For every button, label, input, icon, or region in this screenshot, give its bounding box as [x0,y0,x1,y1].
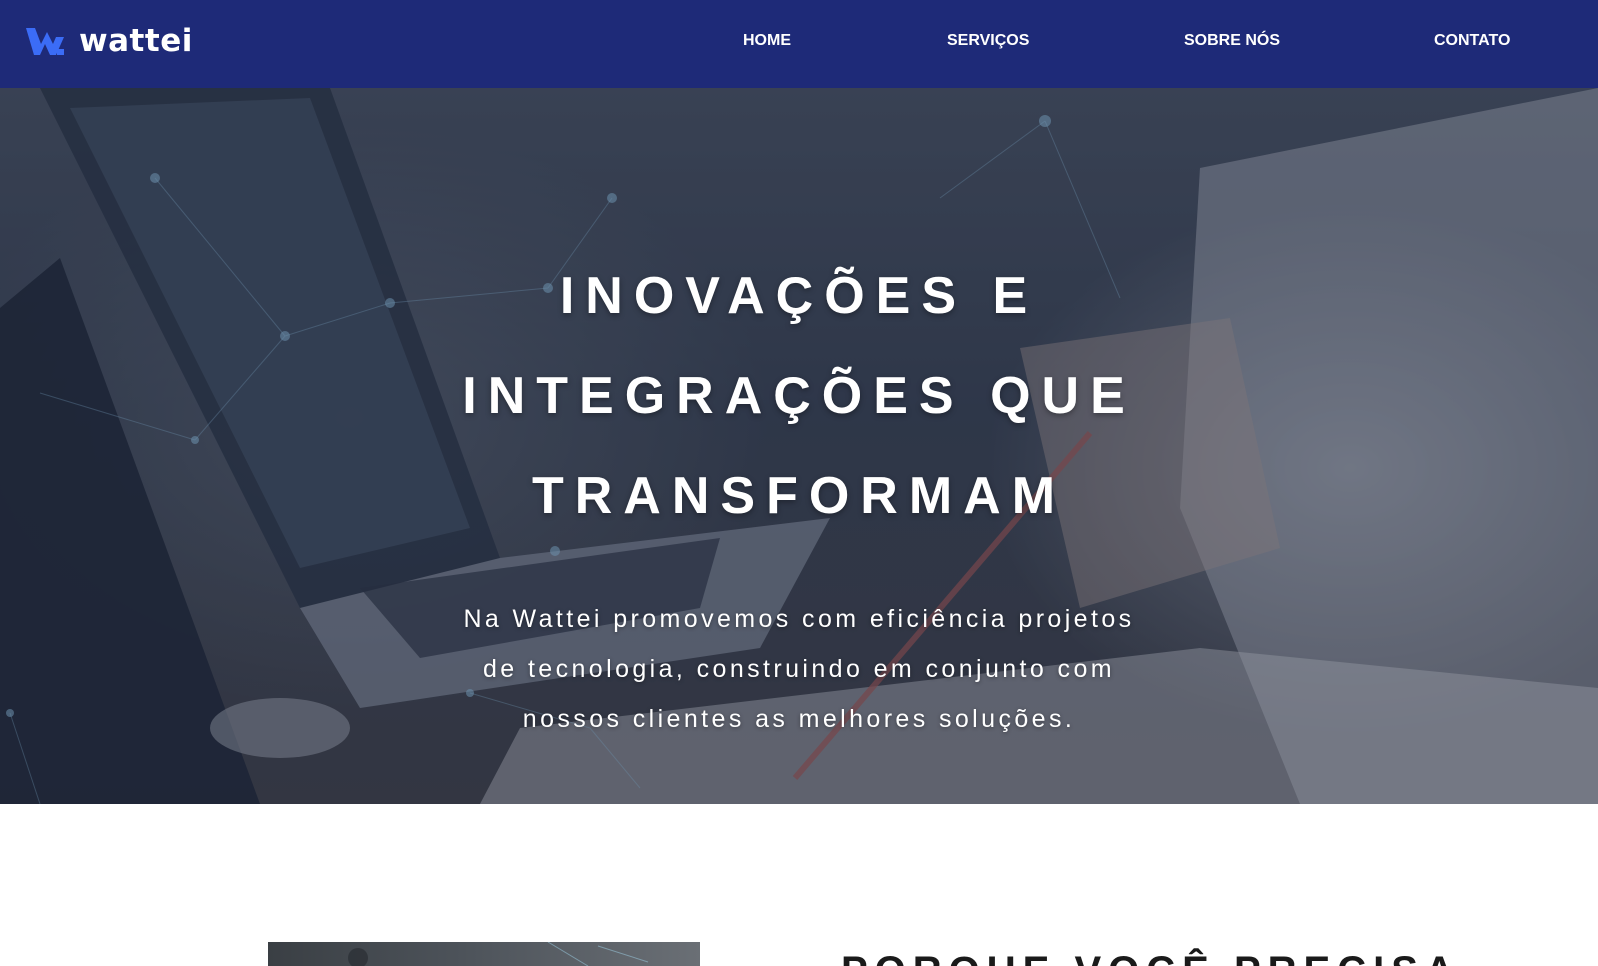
section-image-network [348,942,649,966]
logo-text: wattei [79,23,193,59]
site-header: wattei HOME SERVIÇOS SOBRE NÓS CONTATO [0,0,1598,88]
nav-contato-link[interactable]: CONTATO [1434,32,1510,50]
hero-title: INOVAÇÕES E INTEGRAÇÕES QUE TRANSFORMAM [0,246,1598,546]
nav-home-link[interactable]: HOME [743,32,791,50]
wattei-logo-icon [26,28,64,55]
hero-subtitle: Na Wattei promovemos com eficiência proj… [0,594,1598,744]
nav-servicos-link[interactable]: SERVIÇOS [947,32,1029,50]
hero-subtitle-line: nossos clientes as melhores soluções. [522,705,1076,733]
page: wattei HOME SERVIÇOS SOBRE NÓS CONTATO I… [0,0,1598,966]
hero-title-line: TRANSFORMAM [531,467,1067,525]
hero-subtitle-line: Na Wattei promovemos com eficiência proj… [463,605,1135,633]
section-heading: PORQUE VOCÊ PRECISA [841,948,1461,966]
nav-sobre-nos-link[interactable]: SOBRE NÓS [1184,32,1280,50]
section-image [268,942,700,966]
hero-subtitle-line: de tecnologia, construindo em conjunto c… [483,655,1115,683]
hero-title-line: INOVAÇÕES E [559,267,1039,325]
logo-link[interactable]: wattei [25,24,193,58]
hero-content: INOVAÇÕES E INTEGRAÇÕES QUE TRANSFORMAM … [0,88,1598,804]
hero-banner: INOVAÇÕES E INTEGRAÇÕES QUE TRANSFORMAM … [0,88,1598,804]
hero-title-line: INTEGRAÇÕES QUE [462,367,1136,425]
